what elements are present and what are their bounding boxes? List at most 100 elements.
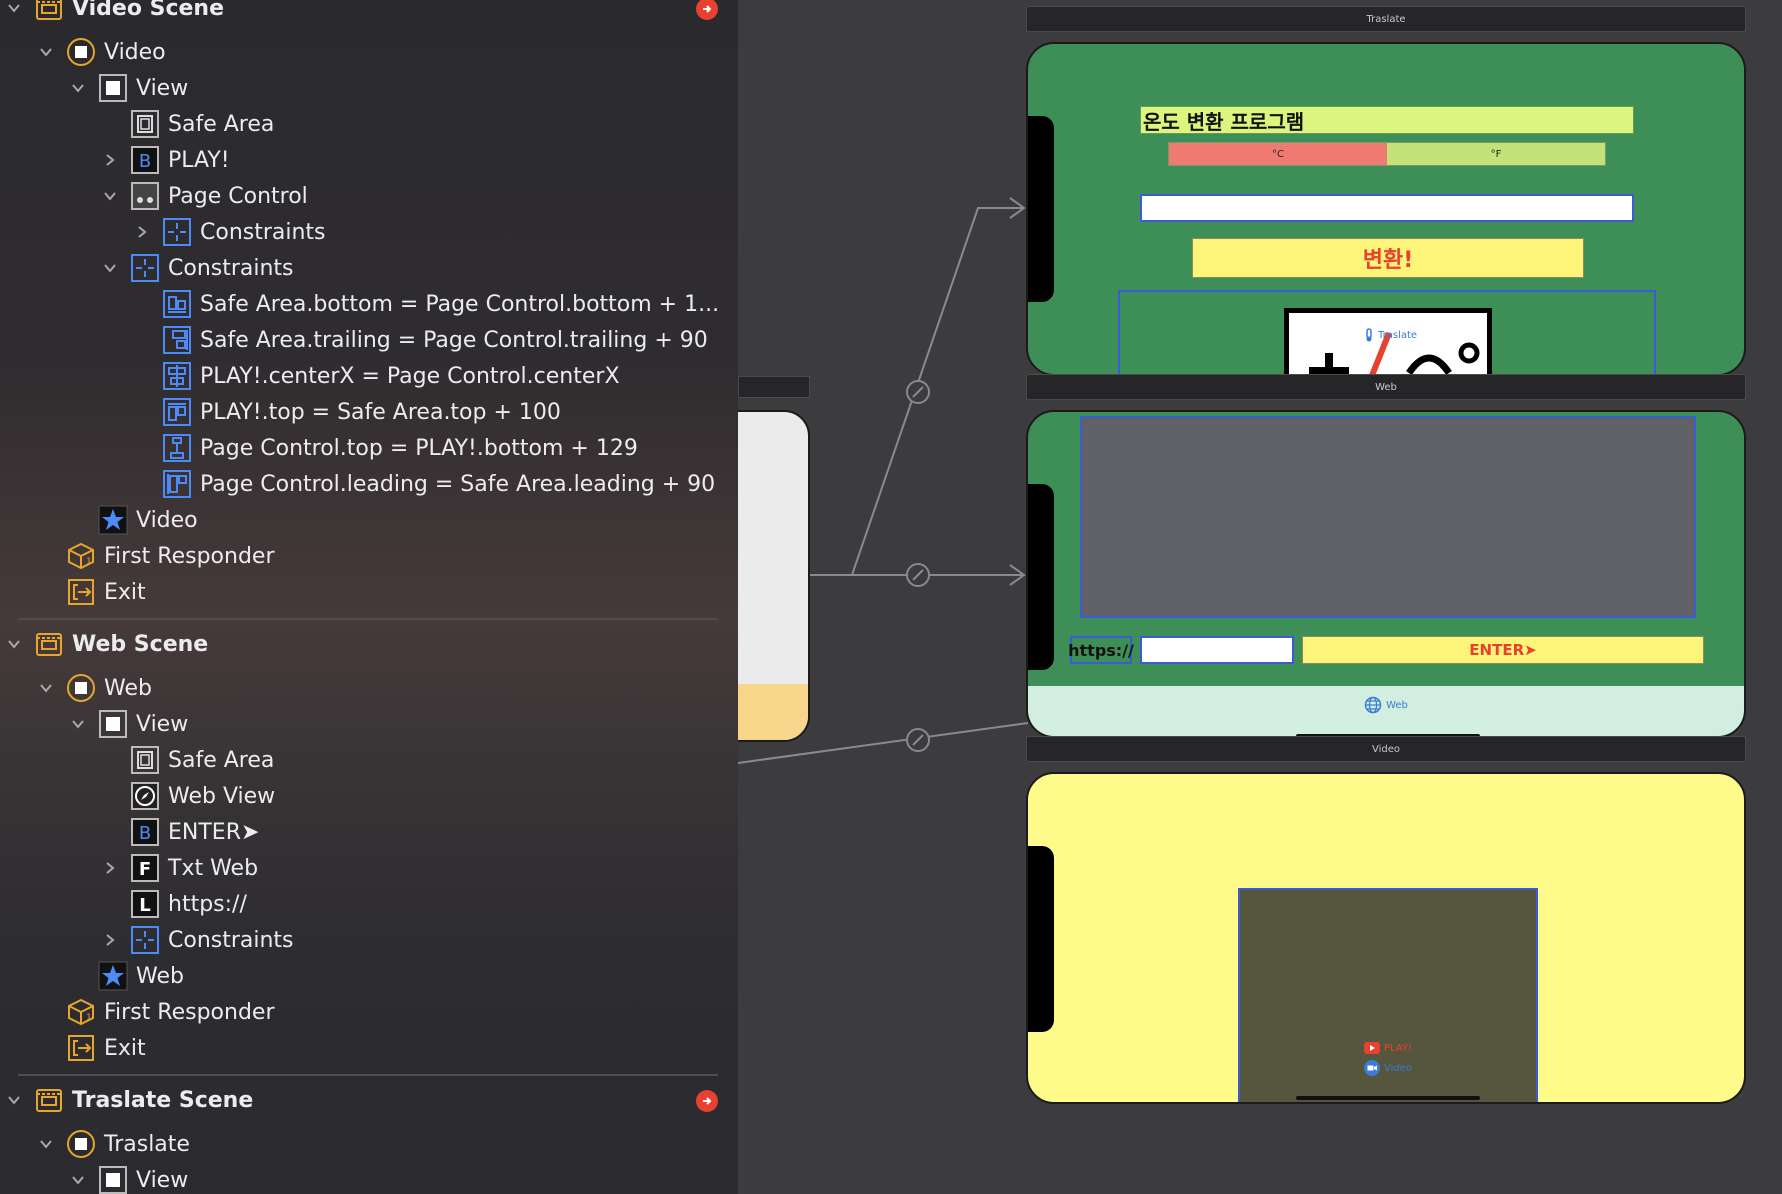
outline-https-label[interactable]: L https:// bbox=[130, 886, 247, 922]
url-text-field[interactable] bbox=[1140, 636, 1294, 664]
web-view[interactable] bbox=[1080, 416, 1696, 618]
button-icon: B bbox=[130, 817, 160, 847]
svg-text:1: 1 bbox=[86, 557, 92, 567]
label-icon: L bbox=[130, 889, 160, 919]
tab-bar-item-icon bbox=[98, 961, 128, 991]
outline-traslate-controller[interactable]: Traslate bbox=[36, 1126, 190, 1162]
chevron-down-icon[interactable] bbox=[36, 1134, 56, 1154]
outline-web-tab-item[interactable]: Web bbox=[98, 958, 184, 994]
chevron-down-icon[interactable] bbox=[4, 1090, 24, 1110]
enter-button[interactable]: ENTER➤ bbox=[1302, 636, 1704, 664]
outline-traslate-scene[interactable]: Traslate Scene bbox=[4, 1082, 253, 1118]
tab-controller-titlebar[interactable] bbox=[738, 376, 810, 398]
chevron-down-icon[interactable] bbox=[100, 258, 120, 278]
outline-web-first-responder[interactable]: 1 First Responder bbox=[66, 994, 275, 1030]
web-tab-item[interactable]: Web bbox=[1364, 696, 1408, 714]
video-tab-item[interactable]: Video bbox=[1364, 1060, 1412, 1076]
chevron-down-icon[interactable] bbox=[36, 678, 56, 698]
scene-separator bbox=[18, 1074, 718, 1076]
outline-traslate-view[interactable]: View bbox=[68, 1162, 188, 1194]
outline-video-tab-item[interactable]: Video bbox=[98, 502, 198, 538]
chevron-down-icon[interactable] bbox=[36, 42, 56, 62]
web-phone-frame[interactable]: https:// ENTER➤ Web bbox=[1026, 410, 1746, 738]
svg-text:B: B bbox=[139, 151, 151, 172]
chevron-down-icon[interactable] bbox=[4, 634, 24, 654]
view-controller-icon bbox=[66, 37, 96, 67]
temperature-segmented-control[interactable]: °C °F bbox=[1168, 142, 1606, 166]
svg-text:L: L bbox=[139, 895, 150, 916]
outline-constraint[interactable]: Safe Area.bottom = Page Control.bottom +… bbox=[162, 286, 719, 322]
scene-icon bbox=[34, 0, 64, 23]
outline-enter-button[interactable]: B ENTER➤ bbox=[130, 814, 259, 850]
web-scene-titlebar[interactable]: Web bbox=[1026, 374, 1746, 400]
chevron-right-icon[interactable] bbox=[132, 222, 152, 242]
tab-controller-preview[interactable] bbox=[738, 410, 810, 742]
exit-icon bbox=[66, 577, 96, 607]
warning-arrow-icon[interactable] bbox=[696, 0, 718, 20]
outline-web-scene[interactable]: Web Scene bbox=[4, 626, 208, 662]
scene-title: Web Scene bbox=[72, 631, 209, 657]
view-controller-icon bbox=[66, 673, 96, 703]
outline-video-exit[interactable]: Exit bbox=[66, 574, 146, 610]
chevron-down-icon[interactable] bbox=[68, 714, 88, 734]
outline-web-safe-area[interactable]: Safe Area bbox=[130, 742, 274, 778]
video-content-view: PLAY! Video bbox=[1238, 888, 1538, 1102]
chevron-right-icon[interactable] bbox=[100, 150, 120, 170]
traslate-phone-frame[interactable]: 온도 변환 프로그램 °C °F 변환! Traslate bbox=[1026, 42, 1746, 376]
outline-play-button[interactable]: B PLAY! bbox=[100, 142, 230, 178]
outline-video-first-responder[interactable]: 1 First Responder bbox=[66, 538, 275, 574]
convert-button[interactable]: 변환! bbox=[1192, 238, 1584, 278]
segue-link-icon[interactable] bbox=[906, 380, 930, 404]
outline-constraint[interactable]: Safe Area.trailing = Page Control.traili… bbox=[162, 322, 708, 358]
chevron-right-icon[interactable] bbox=[100, 858, 120, 878]
chevron-down-icon[interactable] bbox=[100, 186, 120, 206]
notch bbox=[1028, 846, 1054, 1032]
outline-page-control-constraints[interactable]: Constraints bbox=[132, 214, 326, 250]
temperature-input[interactable] bbox=[1140, 194, 1634, 222]
video-scene-titlebar[interactable]: Video bbox=[1026, 736, 1746, 762]
svg-text:B: B bbox=[139, 823, 151, 844]
chevron-down-icon[interactable] bbox=[68, 78, 88, 98]
chevron-right-icon[interactable] bbox=[100, 930, 120, 950]
constraints-icon bbox=[130, 925, 160, 955]
image-view-container: Traslate bbox=[1118, 290, 1656, 374]
vertical-spacing-constraint-icon bbox=[162, 433, 192, 463]
outline-web-view-object[interactable]: Web View bbox=[130, 778, 275, 814]
outline-web-constraints[interactable]: Constraints bbox=[100, 922, 294, 958]
outline-constraint[interactable]: PLAY!.top = Safe Area.top + 100 bbox=[162, 394, 561, 430]
page-control-icon bbox=[130, 181, 160, 211]
warning-arrow-icon[interactable] bbox=[696, 1090, 718, 1112]
bottom-constraint-icon bbox=[162, 289, 192, 319]
outline-constraints-group[interactable]: Constraints bbox=[100, 250, 294, 286]
trailing-constraint-icon bbox=[162, 325, 192, 355]
outline-page-control[interactable]: Page Control bbox=[100, 178, 308, 214]
play-tab-item[interactable]: PLAY! bbox=[1364, 1042, 1412, 1054]
constraints-icon bbox=[162, 217, 192, 247]
safe-area-icon bbox=[130, 745, 160, 775]
chevron-down-icon[interactable] bbox=[4, 0, 24, 18]
outline-video-view[interactable]: View bbox=[68, 70, 188, 106]
segment-fahrenheit[interactable]: °F bbox=[1387, 143, 1605, 165]
video-phone-frame[interactable]: PLAY! Video bbox=[1026, 772, 1746, 1104]
outline-web-exit[interactable]: Exit bbox=[66, 1030, 146, 1066]
safe-area-icon bbox=[130, 109, 160, 139]
chevron-down-icon[interactable] bbox=[68, 1170, 88, 1190]
storyboard-canvas[interactable]: Traslate 온도 변환 프로그램 °C °F 변환! Traslate W… bbox=[738, 0, 1782, 1194]
outline-video-controller[interactable]: Video bbox=[36, 34, 166, 70]
outline-constraint[interactable]: PLAY!.centerX = Page Control.centerX bbox=[162, 358, 620, 394]
segue-link-icon[interactable] bbox=[906, 728, 930, 752]
outline-video-scene[interactable]: Video Scene bbox=[4, 0, 224, 26]
leading-constraint-icon bbox=[162, 469, 192, 499]
traslate-scene-titlebar[interactable]: Traslate bbox=[1026, 6, 1746, 32]
outline-txt-web[interactable]: F Txt Web bbox=[100, 850, 258, 886]
segment-celsius[interactable]: °C bbox=[1169, 143, 1387, 165]
outline-constraint[interactable]: Page Control.top = PLAY!.bottom + 129 bbox=[162, 430, 638, 466]
compass-icon bbox=[130, 781, 160, 811]
tab-bar-preview bbox=[738, 684, 808, 740]
outline-constraint[interactable]: Page Control.leading = Safe Area.leading… bbox=[162, 466, 715, 502]
outline-web-controller[interactable]: Web bbox=[36, 670, 152, 706]
outline-video-safe-area[interactable]: Safe Area bbox=[130, 106, 274, 142]
segue-link-icon[interactable] bbox=[906, 563, 930, 587]
video-camera-icon bbox=[1364, 1060, 1380, 1076]
outline-web-view[interactable]: View bbox=[68, 706, 188, 742]
